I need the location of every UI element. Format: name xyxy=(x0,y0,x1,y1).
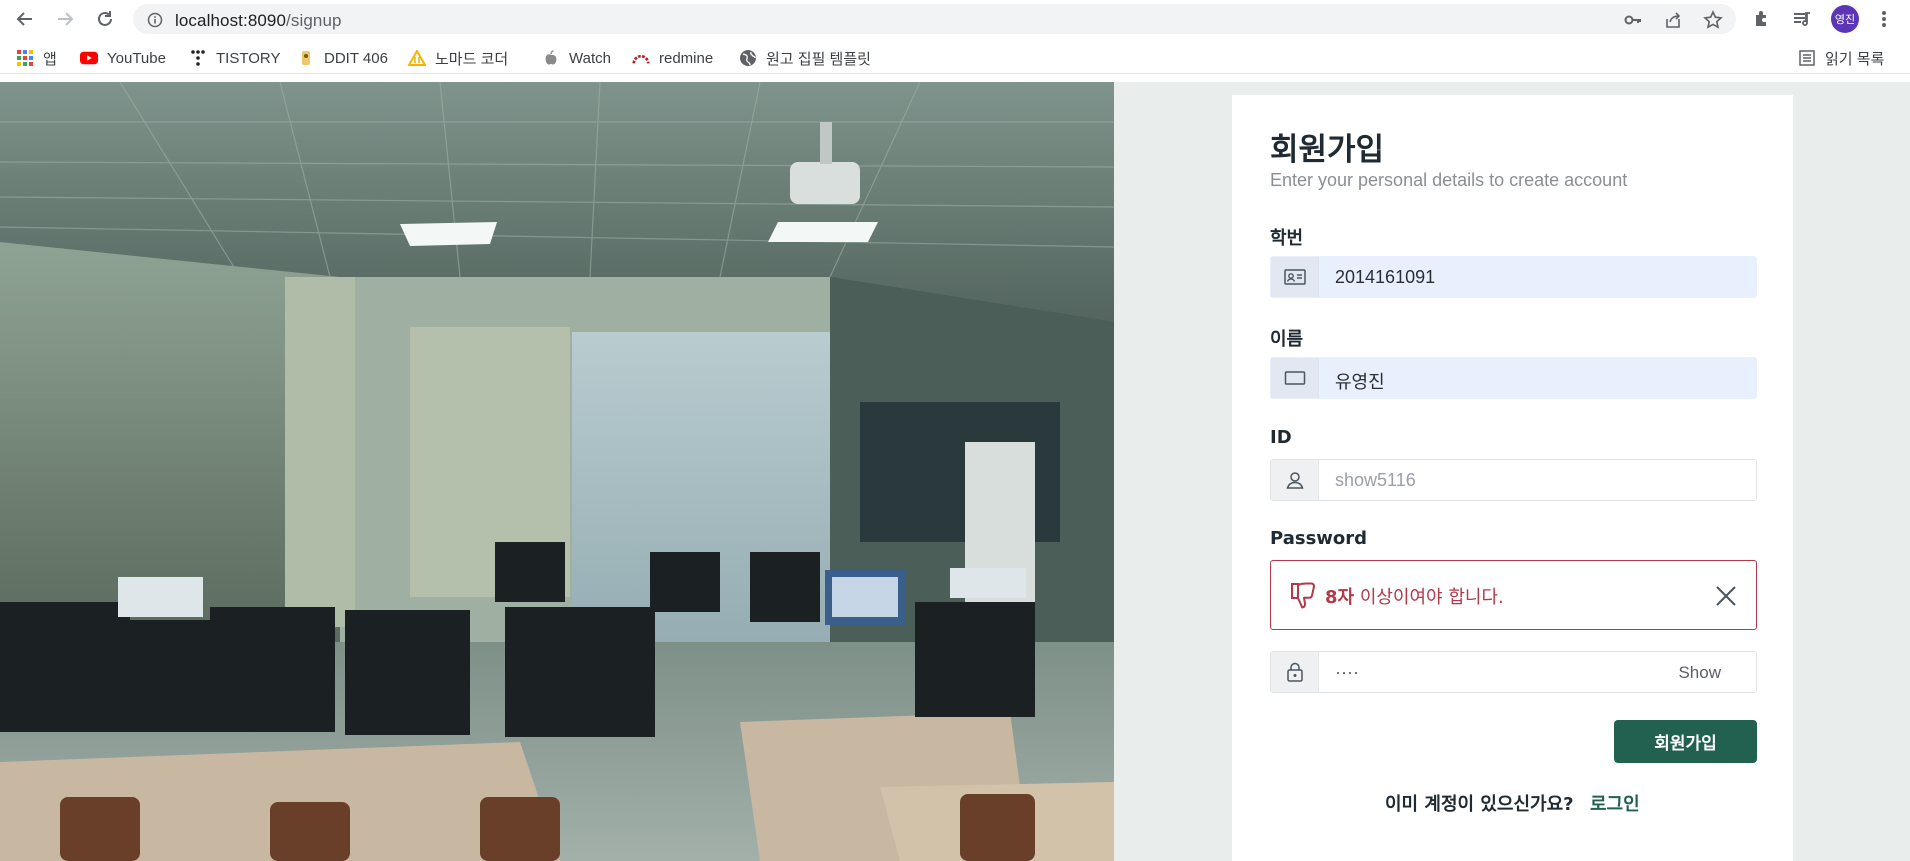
bookmark-label: redmine xyxy=(659,49,714,67)
bookmark-star-icon[interactable] xyxy=(1703,10,1723,30)
page-subtitle: Enter your personal details to create ac… xyxy=(1270,170,1628,190)
url-host: localhost:8090 xyxy=(175,11,287,30)
bookmark-label: TISTORY xyxy=(216,49,281,67)
name-value: 유영진 xyxy=(1335,372,1385,392)
key-icon[interactable] xyxy=(1623,10,1643,30)
user-id-label: ID xyxy=(1270,427,1292,448)
classroom-photo xyxy=(0,82,1114,861)
page-title: 회원가입 xyxy=(1270,132,1385,168)
ddit-icon xyxy=(297,49,315,67)
bookmark-redmine[interactable]: redmine xyxy=(632,48,713,68)
show-password-toggle[interactable]: Show xyxy=(1678,663,1721,683)
url-path: /signup xyxy=(286,11,342,30)
password-masked-value: ···· xyxy=(1335,662,1359,682)
signup-submit-button[interactable]: 회원가입 xyxy=(1614,720,1757,763)
bookmark-youtube[interactable]: YouTube xyxy=(80,48,166,68)
nomad-icon xyxy=(408,49,426,67)
id-card-icon xyxy=(1271,257,1319,297)
reading-list-icon xyxy=(1798,49,1816,67)
user-id-field[interactable]: show5116 xyxy=(1270,459,1757,501)
reading-list-label: 읽기 목록 xyxy=(1825,50,1885,68)
bookmarks-bar: 앱 YouTube TISTORY DDIT 406 노마드 코더 Watch xyxy=(0,41,1910,74)
password-error-emphasis: 8자 xyxy=(1325,587,1355,608)
media-queue-icon[interactable] xyxy=(1791,8,1813,30)
back-icon[interactable] xyxy=(12,6,38,32)
address-bar[interactable]: localhost:8090/signup xyxy=(133,4,1736,34)
browser-toolbar: localhost:8090/signup 영진 xyxy=(0,0,1910,37)
student-id-label: 학번 xyxy=(1270,228,1304,249)
name-field[interactable]: 유영진 xyxy=(1270,357,1757,399)
menu-kebab-icon[interactable] xyxy=(1873,8,1895,30)
profile-avatar[interactable]: 영진 xyxy=(1831,5,1859,33)
apps-grid-icon xyxy=(16,49,34,67)
bookmark-apps[interactable]: 앱 xyxy=(16,48,57,68)
reading-list-button[interactable]: 읽기 목록 xyxy=(1798,48,1884,68)
bookmark-watch[interactable]: Watch xyxy=(542,48,611,68)
password-field[interactable]: ···· Show xyxy=(1270,651,1757,693)
apple-icon xyxy=(542,49,560,67)
student-id-value: 2014161091 xyxy=(1335,267,1436,287)
site-info-icon[interactable] xyxy=(147,12,163,33)
user-id-placeholder: show5116 xyxy=(1335,470,1416,490)
password-label: Password xyxy=(1270,528,1368,549)
bookmark-label: DDIT 406 xyxy=(324,49,388,67)
bookmark-template[interactable]: 원고 집필 템플릿 xyxy=(739,48,871,68)
bookmark-label: YouTube xyxy=(107,49,166,67)
thumbs-down-icon xyxy=(1289,581,1317,616)
bookmark-label: 노마드 코더 xyxy=(435,50,509,68)
password-error-text: 이상이여야 합니다. xyxy=(1354,587,1504,608)
name-card-icon xyxy=(1271,358,1319,398)
redmine-icon xyxy=(632,49,650,67)
forward-icon[interactable] xyxy=(52,6,78,32)
globe-icon xyxy=(739,49,757,67)
name-label: 이름 xyxy=(1270,329,1304,350)
close-icon[interactable] xyxy=(1714,584,1738,608)
bookmark-label: Watch xyxy=(569,49,611,67)
password-error-message: 8자 이상이여야 합니다. xyxy=(1325,583,1504,609)
login-link[interactable]: 로그인 xyxy=(1590,790,1640,816)
bookmark-ddit[interactable]: DDIT 406 xyxy=(297,48,388,68)
bookmark-tistory[interactable]: TISTORY xyxy=(189,48,280,68)
lock-icon xyxy=(1271,652,1319,692)
student-id-field[interactable]: 2014161091 xyxy=(1270,256,1757,298)
tistory-icon xyxy=(189,49,207,67)
password-error-alert: 8자 이상이여야 합니다. xyxy=(1270,560,1757,630)
user-icon xyxy=(1271,460,1319,500)
bookmark-nomad[interactable]: 노마드 코더 xyxy=(408,48,508,68)
share-icon[interactable] xyxy=(1663,10,1683,30)
extensions-icon[interactable] xyxy=(1751,8,1773,30)
login-prompt: 이미 계정이 있으신가요? xyxy=(1385,794,1574,815)
youtube-icon xyxy=(80,49,98,67)
bookmark-label: 앱 xyxy=(43,50,57,68)
reload-icon[interactable] xyxy=(92,6,118,32)
url-text: localhost:8090/signup xyxy=(175,11,342,31)
bookmark-label: 원고 집필 템플릿 xyxy=(766,50,871,68)
